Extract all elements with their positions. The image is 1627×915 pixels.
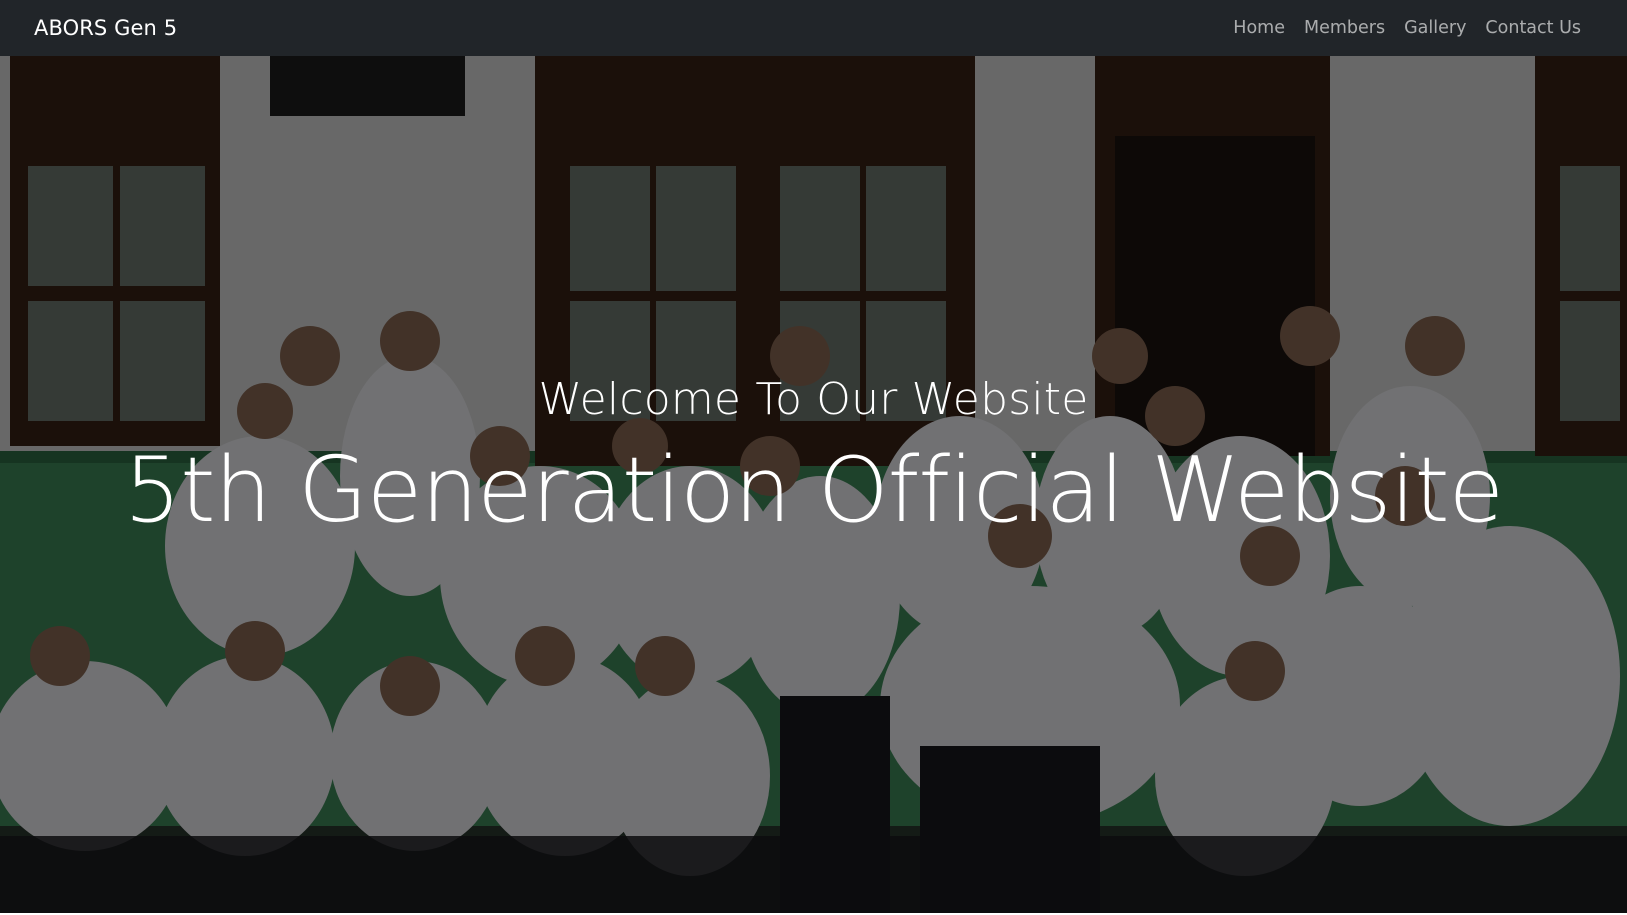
nav-link-gallery[interactable]: Gallery: [1404, 18, 1466, 38]
hero-section: Welcome To Our Website 5th Generation Of…: [0, 56, 1627, 913]
navbar-brand[interactable]: ABORS Gen 5: [34, 16, 177, 40]
nav-links: Home Members Gallery Contact Us: [1233, 18, 1581, 38]
nav-link-contact-us[interactable]: Contact Us: [1485, 18, 1581, 38]
nav-link-home[interactable]: Home: [1233, 18, 1285, 38]
navbar: ABORS Gen 5 Home Members Gallery Contact…: [0, 0, 1627, 56]
nav-link-members[interactable]: Members: [1304, 18, 1385, 38]
hero-subtitle: Welcome To Our Website: [538, 374, 1089, 425]
hero-title: 5th Generation Official Website: [123, 438, 1504, 543]
